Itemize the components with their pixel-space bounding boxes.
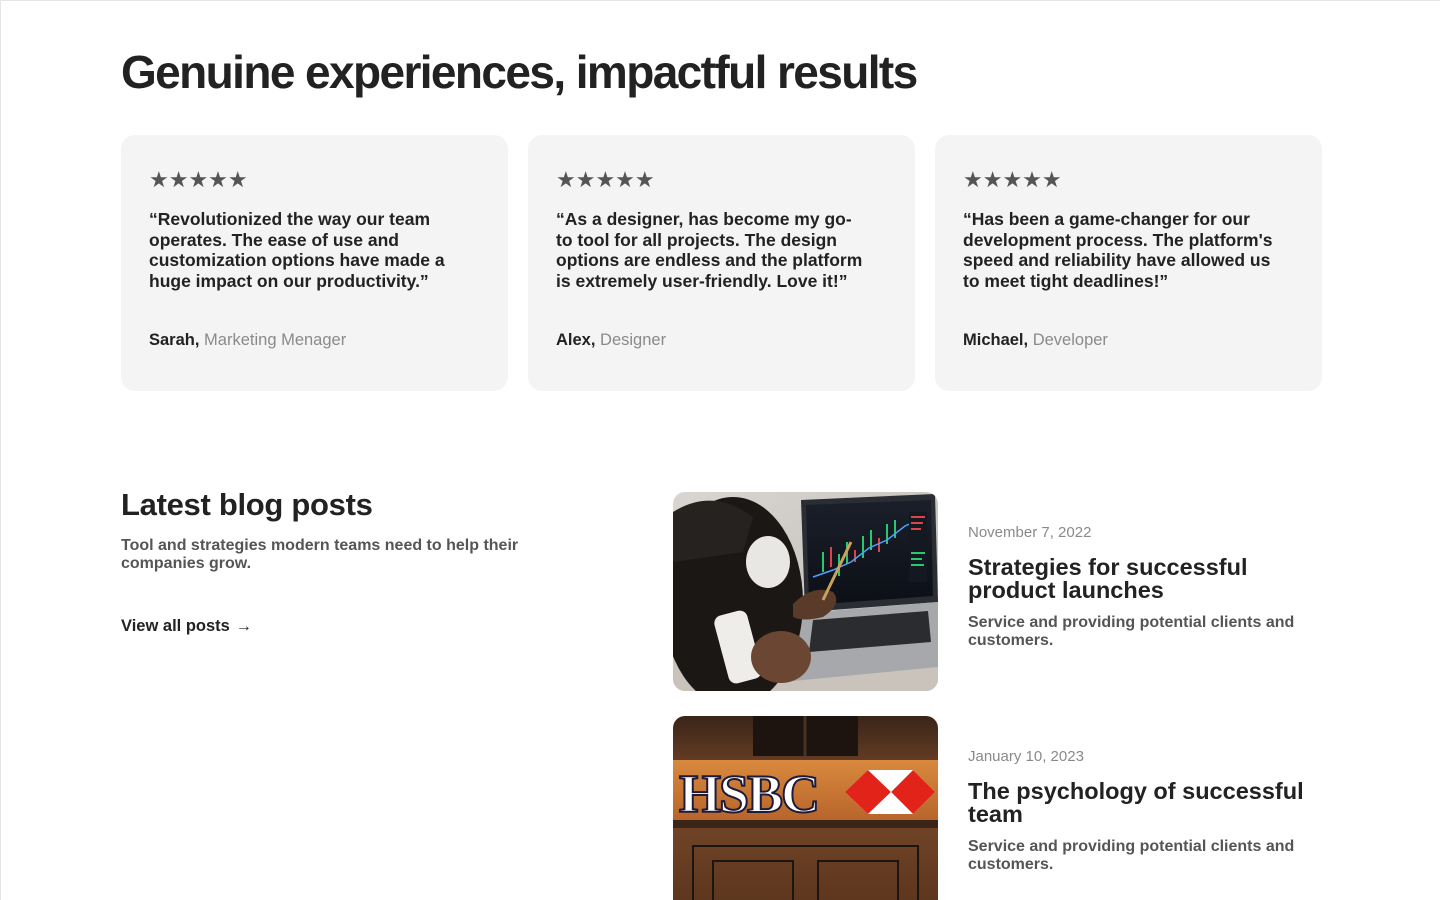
testimonial-author: Sarah, Marketing Menager: [149, 331, 346, 350]
post-title[interactable]: Strategies for successful product launch…: [968, 555, 1318, 602]
author-name: Alex,: [556, 331, 596, 349]
testimonial-quote: “Revolutionized the way our team operate…: [149, 209, 445, 291]
author-role: Developer: [1032, 331, 1108, 349]
page: Genuine experiences, impactful results ★…: [0, 0, 1440, 900]
rating-stars: ★★★★★: [556, 167, 655, 192]
post-thumbnail-trading-laptop[interactable]: [673, 492, 938, 691]
author-role: Marketing Menager: [204, 331, 347, 349]
testimonial-card: ★★★★★ “Revolutionized the way our team o…: [121, 135, 508, 391]
post-description: Service and providing potential clients …: [968, 614, 1295, 649]
view-all-label: View all posts: [121, 617, 230, 635]
rating-stars: ★★★★★: [963, 167, 1062, 192]
testimonial-quote: “As a designer, has become my go-to tool…: [556, 209, 863, 291]
blog-section-title: Latest blog posts: [121, 487, 373, 522]
testimonial-author: Michael, Developer: [963, 331, 1108, 350]
testimonial-card: ★★★★★ “Has been a game-changer for our d…: [935, 135, 1322, 391]
post-title[interactable]: The psychology of successful team: [968, 779, 1318, 826]
testimonials-title: Genuine experiences, impactful results: [121, 46, 918, 98]
author-role: Designer: [600, 331, 667, 349]
testimonial-cards: ★★★★★ “Revolutionized the way our team o…: [121, 135, 1323, 391]
hsbc-sign-text: HSBC: [679, 764, 818, 824]
post-date: January 10, 2023: [968, 748, 1084, 765]
blog-section-subtitle: Tool and strategies modern teams need to…: [121, 537, 519, 572]
post-thumbnail-hsbc-sign[interactable]: HSBC: [673, 716, 938, 900]
arrow-right-icon: →: [235, 617, 252, 635]
post-description: Service and providing potential clients …: [968, 838, 1295, 873]
view-all-posts-link[interactable]: View all posts →: [121, 617, 252, 636]
rating-stars: ★★★★★: [149, 167, 248, 192]
testimonial-author: Alex, Designer: [556, 331, 666, 350]
author-name: Michael,: [963, 331, 1029, 349]
testimonial-card: ★★★★★ “As a designer, has become my go-t…: [528, 135, 915, 391]
post-date: November 7, 2022: [968, 524, 1092, 541]
testimonial-quote: “Has been a game-changer for our develop…: [963, 209, 1273, 291]
author-name: Sarah,: [149, 331, 200, 349]
